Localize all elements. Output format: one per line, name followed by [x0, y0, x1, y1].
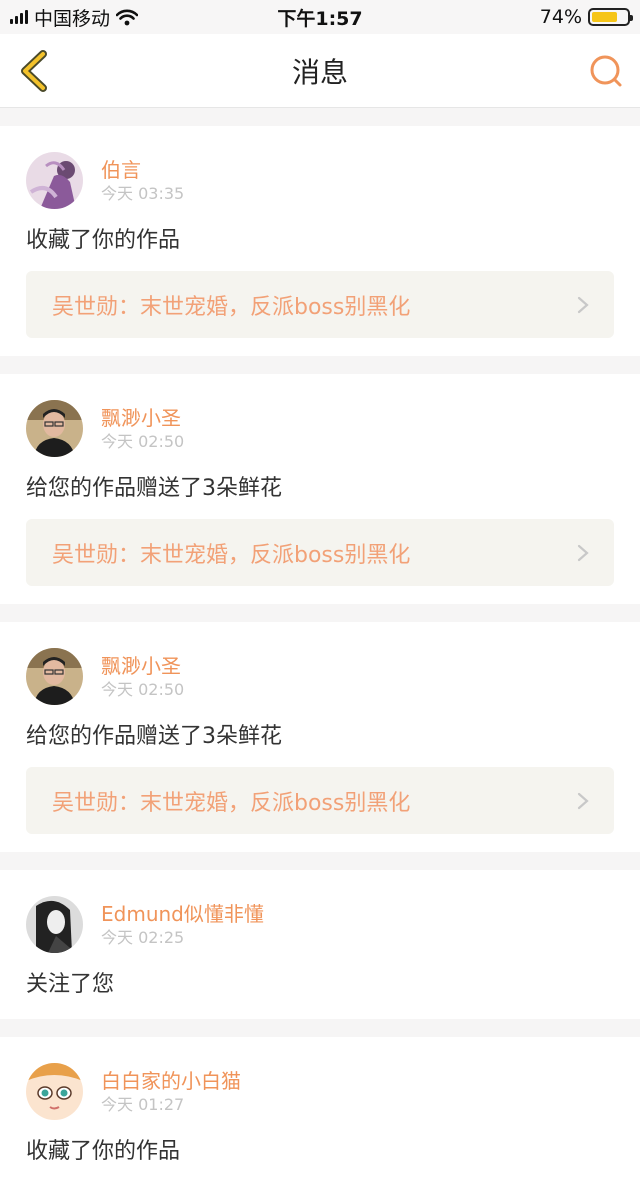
message-meta: 白白家的小白猫 今天 01:27 — [101, 1068, 241, 1116]
message-action: 给您的作品赠送了3朵鲜花 — [26, 476, 282, 501]
status-right: 74% — [539, 6, 633, 28]
status-bar: 中国移动 下午1:57 74% — [0, 0, 640, 34]
back-icon[interactable] — [16, 50, 56, 92]
timestamp: 今天 02:50 — [101, 431, 185, 451]
signal-icon — [10, 10, 28, 24]
message-action: 关注了您 — [26, 972, 115, 997]
timestamp: 今天 02:50 — [101, 679, 185, 699]
work-title: 吴世勋：末世宠婚，反派boss别黑化 — [52, 790, 411, 816]
message-list: 伯言 今天 03:35 收藏了你的作品 吴世勋：末世宠婚，反派boss别黑化 飘… — [0, 108, 640, 1186]
work-link[interactable]: 吴世勋：末世宠婚，反派boss别黑化 — [26, 767, 614, 834]
message-header: Edmund似懂非懂 今天 02:25 — [26, 896, 614, 953]
timestamp: 今天 03:35 — [101, 183, 185, 203]
chevron-right-icon — [577, 296, 589, 313]
avatar[interactable] — [26, 152, 83, 209]
battery-icon — [588, 8, 633, 26]
message-meta: 伯言 今天 03:35 — [101, 157, 184, 205]
timestamp: 今天 02:25 — [101, 927, 185, 947]
message-action: 收藏了你的作品 — [26, 1139, 181, 1164]
message-header: 飘渺小圣 今天 02:50 — [26, 400, 614, 457]
message-card: 白白家的小白猫 今天 01:27 收藏了你的作品 — [0, 1037, 640, 1186]
username[interactable]: 飘渺小圣 — [101, 653, 184, 679]
message-action: 给您的作品赠送了3朵鲜花 — [26, 724, 282, 749]
work-title: 吴世勋：末世宠婚，反派boss别黑化 — [52, 294, 411, 320]
wifi-icon — [116, 9, 139, 25]
page-title: 消息 — [291, 55, 348, 89]
message-card: 飘渺小圣 今天 02:50 给您的作品赠送了3朵鲜花 吴世勋：末世宠婚，反派bo… — [0, 622, 640, 852]
message-header: 伯言 今天 03:35 — [26, 152, 614, 209]
message-header: 飘渺小圣 今天 02:50 — [26, 648, 614, 705]
message-card: Edmund似懂非懂 今天 02:25 关注了您 — [0, 870, 640, 1019]
work-title: 吴世勋：末世宠婚，反派boss别黑化 — [52, 542, 411, 568]
username[interactable]: 白白家的小白猫 — [101, 1068, 241, 1094]
battery-fill — [592, 12, 618, 22]
chevron-right-icon — [577, 792, 589, 809]
message-card: 伯言 今天 03:35 收藏了你的作品 吴世勋：末世宠婚，反派boss别黑化 — [0, 126, 640, 356]
message-meta: Edmund似懂非懂 今天 02:25 — [101, 901, 264, 949]
message-meta: 飘渺小圣 今天 02:50 — [101, 653, 184, 701]
username[interactable]: 飘渺小圣 — [101, 405, 184, 431]
avatar[interactable] — [26, 896, 83, 953]
work-link[interactable]: 吴世勋：末世宠婚，反派boss别黑化 — [26, 271, 614, 338]
avatar[interactable] — [26, 648, 83, 705]
timestamp: 今天 01:27 — [101, 1094, 185, 1114]
message-header: 白白家的小白猫 今天 01:27 — [26, 1063, 614, 1120]
chevron-right-icon — [577, 544, 589, 561]
avatar[interactable] — [26, 400, 83, 457]
nav-bar: 消息 — [0, 34, 640, 108]
username[interactable]: 伯言 — [101, 157, 184, 183]
username[interactable]: Edmund似懂非懂 — [101, 901, 264, 927]
message-meta: 飘渺小圣 今天 02:50 — [101, 405, 184, 453]
battery-percent: 74% — [539, 6, 582, 28]
message-action: 收藏了你的作品 — [26, 228, 181, 253]
status-left: 中国移动 — [10, 4, 139, 31]
avatar[interactable] — [26, 1063, 83, 1120]
work-link[interactable]: 吴世勋：末世宠婚，反派boss别黑化 — [26, 519, 614, 586]
message-card: 飘渺小圣 今天 02:50 给您的作品赠送了3朵鲜花 吴世勋：末世宠婚，反派bo… — [0, 374, 640, 604]
search-icon[interactable] — [588, 54, 624, 90]
carrier-label: 中国移动 — [34, 7, 111, 30]
